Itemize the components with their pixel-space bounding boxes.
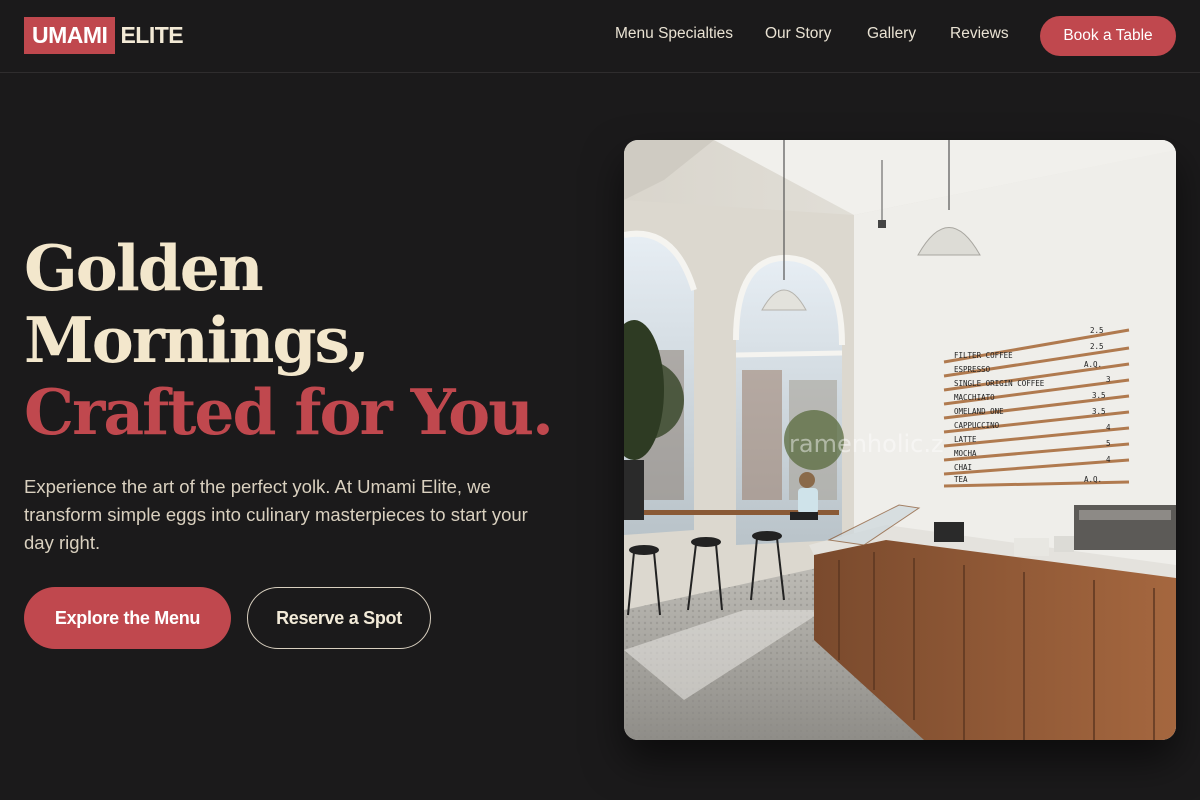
menu-item: CHAI bbox=[954, 463, 972, 472]
menu-price: A.Q. bbox=[1084, 475, 1102, 484]
menu-price: 5 bbox=[1106, 439, 1111, 448]
site-header: UMAMI ELITE Menu Specialties Our Story G… bbox=[0, 0, 1200, 73]
image-watermark: ramenholic.z bbox=[789, 430, 944, 458]
headline-line-2: Mornings, bbox=[24, 303, 370, 377]
menu-item: TEA bbox=[954, 475, 968, 484]
menu-price: 2.5 bbox=[1090, 342, 1104, 351]
headline-line-3: Crafted for You. bbox=[24, 375, 554, 449]
brand-logo[interactable]: UMAMI ELITE bbox=[24, 17, 184, 54]
menu-price: 4 bbox=[1106, 455, 1111, 464]
hero-cafe-image: FILTER COFFEE 2.5 ESPRESSO 2.5 SINGLE OR… bbox=[624, 140, 1176, 740]
menu-item: MOCHA bbox=[954, 449, 977, 458]
book-table-button[interactable]: Book a Table bbox=[1040, 16, 1176, 56]
menu-item: FILTER COFFEE bbox=[954, 351, 1013, 360]
nav-link-reviews[interactable]: Reviews bbox=[950, 25, 1009, 43]
menu-price: 3.5 bbox=[1092, 391, 1106, 400]
nav-link-gallery[interactable]: Gallery bbox=[867, 25, 916, 43]
menu-item: CAPPUCCINO bbox=[954, 421, 1000, 430]
headline-line-1: Golden bbox=[24, 231, 264, 305]
menu-price: A.Q. bbox=[1084, 360, 1102, 369]
menu-price: 4 bbox=[1106, 423, 1111, 432]
nav-link-our-story[interactable]: Our Story bbox=[765, 25, 831, 43]
menu-price: 2.5 bbox=[1090, 326, 1104, 335]
menu-item: LATTE bbox=[954, 435, 977, 444]
menu-item: ESPRESSO bbox=[954, 365, 991, 374]
menu-price: 3 bbox=[1106, 375, 1111, 384]
hero-description: Experience the art of the perfect yolk. … bbox=[24, 476, 528, 553]
hero-headline: Golden Mornings, Crafted for You. bbox=[24, 232, 604, 448]
menu-item: MACCHIATO bbox=[954, 393, 995, 402]
logo-highlight: UMAMI bbox=[24, 17, 116, 54]
logo-text: ELITE bbox=[120, 22, 184, 48]
menu-price: 3.5 bbox=[1092, 407, 1106, 416]
cafe-interior-illustration: FILTER COFFEE 2.5 ESPRESSO 2.5 SINGLE OR… bbox=[624, 140, 1176, 740]
explore-menu-button[interactable]: Explore the Menu bbox=[24, 587, 231, 649]
reserve-spot-button[interactable]: Reserve a Spot bbox=[247, 587, 431, 649]
menu-item: SINGLE ORIGIN COFFEE bbox=[954, 379, 1045, 388]
menu-item: OMELAND ONE bbox=[954, 407, 1004, 416]
nav-link-menu-specialties[interactable]: Menu Specialties bbox=[615, 25, 733, 43]
